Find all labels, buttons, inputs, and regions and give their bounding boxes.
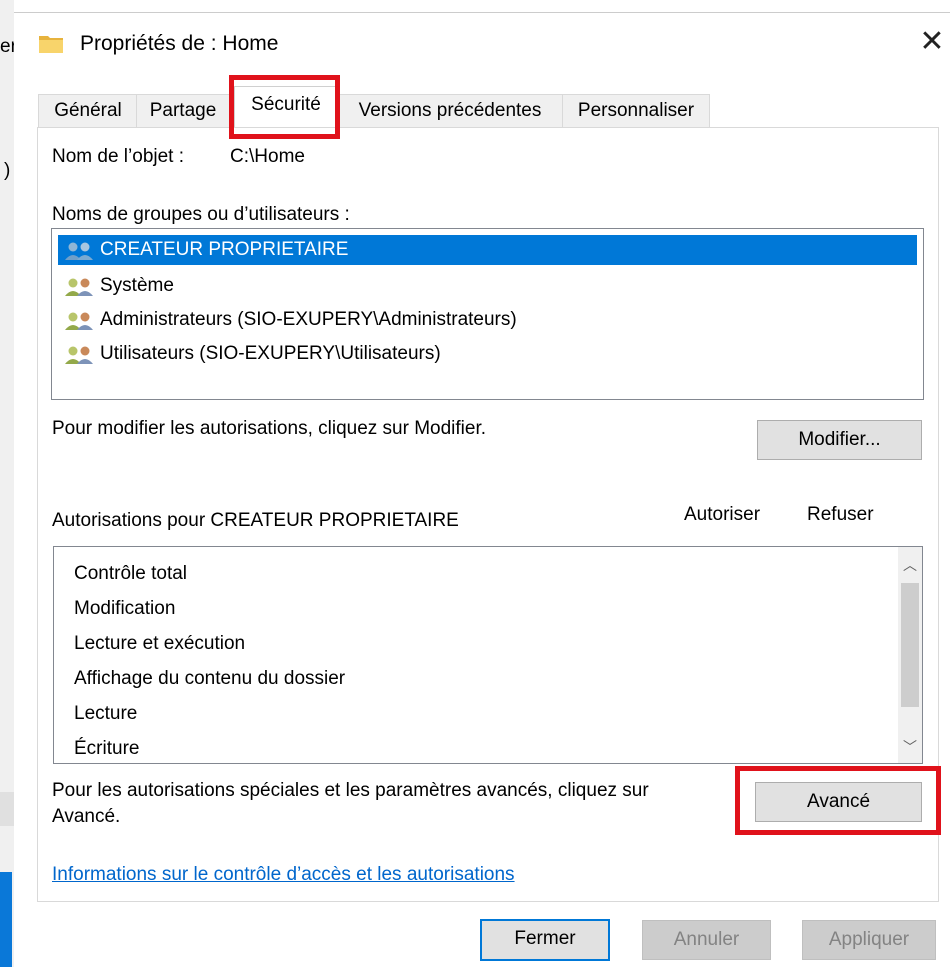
access-control-info-link[interactable]: Informations sur le contrôle d’accès et …: [52, 864, 515, 886]
apply-button[interactable]: Appliquer: [802, 920, 936, 960]
column-header-deny: Refuser: [807, 504, 874, 525]
highlight-box: [735, 766, 941, 835]
user-group-icon: [65, 312, 93, 330]
folder-icon: [39, 36, 63, 53]
modify-hint: Pour modifier les autorisations, cliquez…: [52, 418, 487, 439]
user-group-icon: [65, 278, 93, 296]
highlight-box: [229, 75, 340, 139]
user-group-icon: [65, 242, 93, 260]
close-button[interactable]: Fermer: [480, 919, 610, 961]
dialog-title: Propriétés de : Home: [80, 32, 279, 55]
background-window-text: ): [4, 160, 11, 181]
permissions-scrollbar[interactable]: ︿ ﹀: [898, 547, 922, 763]
user-name: Utilisateurs (SIO-EXUPERY\Utilisateurs): [100, 343, 441, 364]
tab-versions-precedentes[interactable]: Versions précédentes: [336, 94, 564, 127]
modify-button[interactable]: Modifier...: [757, 420, 922, 460]
user-group-icon: [65, 346, 93, 364]
permission-row: Contrôle total: [74, 563, 188, 584]
column-header-allow: Autoriser: [684, 504, 761, 525]
permission-row: Modification: [74, 598, 176, 619]
permission-row: Lecture et exécution: [74, 633, 246, 654]
cancel-button[interactable]: Annuler: [642, 920, 771, 960]
permission-row: Écriture: [74, 738, 140, 759]
tab-general[interactable]: Général: [38, 94, 138, 127]
users-listbox[interactable]: CREATEUR PROPRIETAIRE Système Administra…: [51, 228, 924, 400]
background-window-accent: [0, 872, 12, 967]
tab-personnaliser[interactable]: Personnaliser: [562, 94, 710, 127]
groups-label: Noms de groupes ou d’utilisateurs :: [52, 204, 350, 225]
scrollbar-thumb[interactable]: [901, 583, 919, 707]
user-name: CREATEUR PROPRIETAIRE: [100, 239, 349, 260]
object-name-value: C:\Home: [230, 146, 305, 167]
advanced-hint-line1: Pour les autorisations spéciales et les …: [52, 780, 649, 801]
chevron-up-icon[interactable]: ︿: [898, 553, 922, 577]
permission-row: Affichage du contenu du dossier: [74, 668, 346, 689]
user-name: Administrateurs (SIO-EXUPERY\Administrat…: [100, 309, 517, 330]
chevron-down-icon[interactable]: ﹀: [898, 735, 922, 759]
object-name-label: Nom de l’objet :: [52, 146, 185, 167]
user-name: Système: [100, 275, 174, 296]
tab-partage[interactable]: Partage: [136, 94, 230, 127]
permission-row: Lecture: [74, 703, 138, 724]
close-icon[interactable]: ✕: [914, 24, 950, 60]
permissions-listbox[interactable]: Contrôle total Modification Lecture et e…: [53, 546, 923, 764]
user-row-createur-proprietaire[interactable]: CREATEUR PROPRIETAIRE: [58, 235, 917, 265]
background-window-block: [0, 792, 14, 826]
permissions-for-label: Autorisations pour CREATEUR PROPRIETAIRE: [52, 510, 459, 531]
advanced-hint-line2: Avancé.: [52, 806, 121, 827]
